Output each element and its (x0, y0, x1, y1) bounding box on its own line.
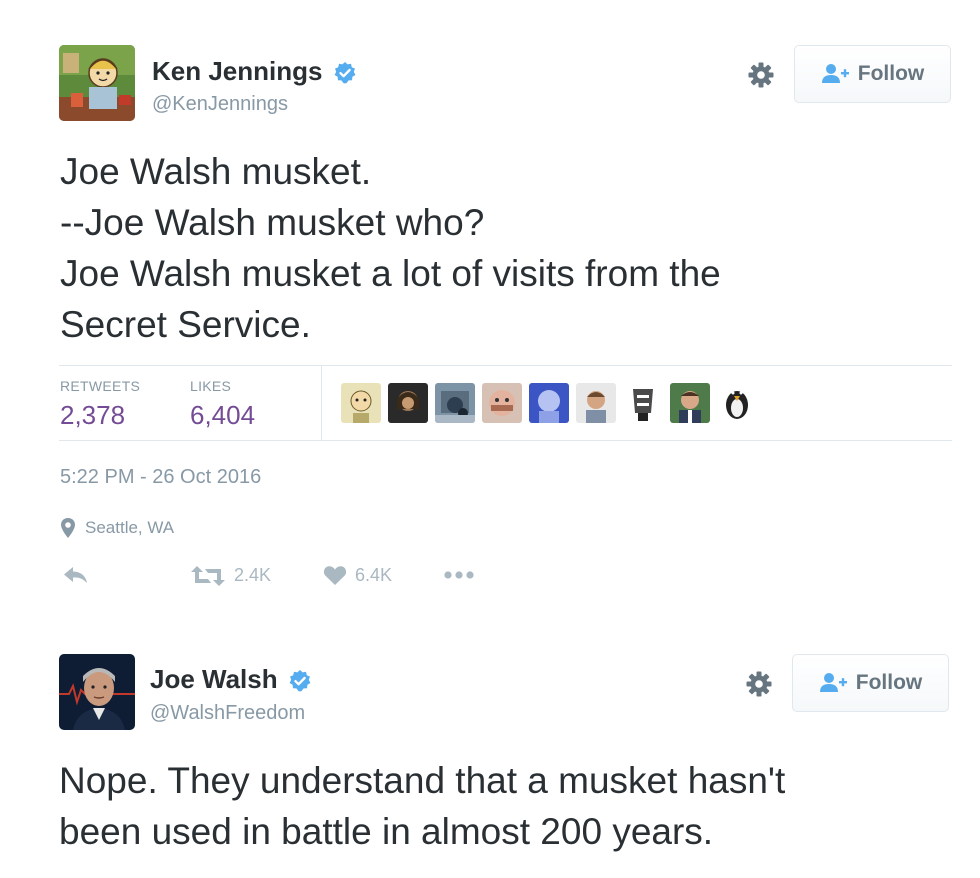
retweet-count: 2.4K (234, 565, 272, 585)
likes-stat[interactable]: LIKES 6,404 (190, 378, 255, 431)
follow-button[interactable]: Follow (794, 45, 951, 103)
tweet-text: Nope. They understand that a musket hasn… (59, 755, 785, 857)
liker-avatar[interactable] (341, 383, 381, 423)
author-name[interactable]: Joe Walsh (150, 664, 278, 694)
follow-label: Follow (855, 671, 923, 694)
retweets-stat[interactable]: RETWEETS 2,378 (60, 378, 140, 431)
more-dots-icon (444, 571, 474, 579)
retweet-icon (191, 565, 225, 586)
liker-avatar[interactable] (529, 383, 569, 423)
follow-label: Follow (857, 62, 925, 85)
tweet-text-line: Secret Service. (60, 304, 311, 345)
more-button[interactable] (443, 565, 483, 585)
tweet-text-line: Nope. They understand that a musket hasn… (59, 760, 786, 801)
liker-avatar[interactable] (435, 383, 475, 423)
liker-avatar[interactable] (670, 383, 710, 423)
tweet-text-line: Joe Walsh musket a lot of visits from th… (60, 253, 721, 294)
tweet-timestamp[interactable]: 5:22 PM - 26 Oct 2016 (60, 466, 261, 489)
author-name[interactable]: Ken Jennings (152, 56, 322, 86)
likes-label: LIKES (190, 378, 232, 394)
retweet-button[interactable]: 2.4K (190, 565, 271, 586)
reply-button[interactable] (62, 565, 98, 585)
follow-button[interactable]: Follow (792, 654, 949, 712)
liker-avatar[interactable] (623, 383, 663, 423)
avatar-joe-walsh[interactable] (59, 654, 135, 730)
tweet-location[interactable]: Seattle, WA (60, 517, 174, 539)
gear-icon[interactable] (747, 61, 775, 89)
location-text: Seattle, WA (85, 518, 175, 537)
verified-badge-icon (333, 61, 357, 90)
divider (59, 365, 952, 366)
author-handle[interactable]: @WalshFreedom (150, 702, 305, 725)
gear-icon[interactable] (745, 670, 773, 698)
like-button[interactable]: 6.4K (323, 565, 392, 586)
heart-icon (323, 566, 347, 585)
avatar-ken-jennings[interactable] (59, 45, 135, 121)
tweet-text-line: --Joe Walsh musket who? (60, 202, 485, 243)
liker-avatar[interactable] (388, 383, 428, 423)
liker-avatar[interactable] (717, 383, 757, 423)
author-handle[interactable]: @KenJennings (152, 93, 288, 116)
location-pin-icon (61, 518, 75, 538)
retweets-value: 2,378 (60, 400, 126, 430)
liked-by-avatars (341, 383, 757, 423)
reply-icon (64, 567, 87, 583)
tweet-text: Joe Walsh musket. --Joe Walsh musket who… (60, 146, 721, 350)
author-line: Ken Jennings (152, 56, 357, 90)
divider (59, 440, 952, 441)
author-line: Joe Walsh (150, 664, 312, 698)
follow-person-icon (821, 64, 849, 83)
liker-avatar[interactable] (576, 383, 616, 423)
tweet-text-line: Joe Walsh musket. (60, 151, 372, 192)
verified-badge-icon (288, 669, 312, 698)
divider (321, 366, 322, 440)
follow-person-icon (819, 673, 847, 692)
tweet-text-line: been used in battle in almost 200 years. (59, 811, 714, 852)
retweets-label: RETWEETS (60, 378, 141, 394)
likes-value: 6,404 (190, 400, 256, 430)
liker-avatar[interactable] (482, 383, 522, 423)
like-count: 6.4K (355, 565, 393, 585)
